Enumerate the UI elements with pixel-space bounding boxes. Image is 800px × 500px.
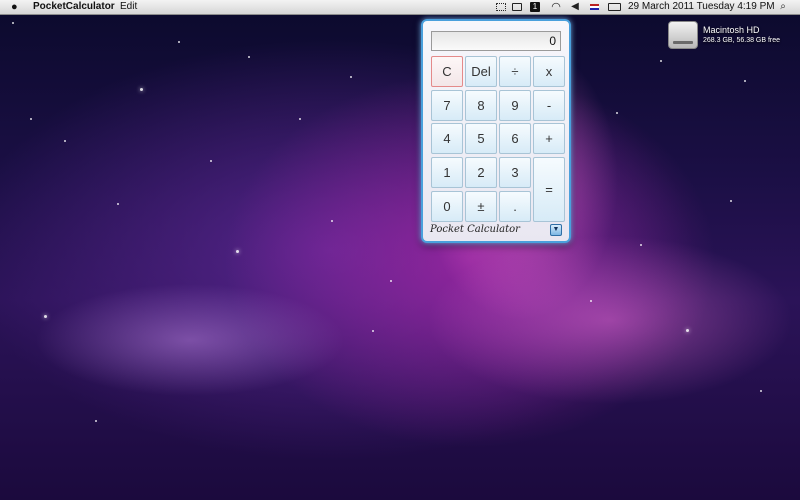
equals-button[interactable]: = [533,157,565,222]
wifi-icon[interactable]: ◠ [548,0,564,14]
multiply-button[interactable]: x [533,56,565,87]
apple-menu-icon[interactable]: ● [11,0,18,14]
input-menu-icon[interactable]: 1 [529,0,541,14]
menu-bar: ● PocketCalculator Edit 1 ◠ ◀ 29 March 2… [0,0,800,15]
grid-icon [496,3,506,11]
monitor-icon [512,3,522,11]
key-1[interactable]: 1 [431,157,463,188]
drive-name-label[interactable]: Macintosh HD [703,25,760,35]
clock[interactable]: 29 March 2011 Tuesday 4:19 PM [628,0,775,14]
key-5[interactable]: 5 [465,123,497,154]
spaces-icon[interactable] [494,0,508,14]
pocket-calculator-window: 0 C Del ÷ x 7 8 9 - 4 5 6 + 1 2 3 = 0 ± … [421,19,571,243]
clear-button[interactable]: C [431,56,463,87]
hard-drive-icon[interactable] [668,21,698,49]
key-0[interactable]: 0 [431,191,463,222]
app-brand-label: Pocket Calculator [430,224,520,235]
battery-shape-icon [607,3,621,11]
app-menu[interactable]: PocketCalculator [33,0,115,14]
calculator-display: 0 [431,31,561,51]
input-menu-badge: 1 [530,2,540,12]
plus-minus-button[interactable]: ± [465,191,497,222]
key-2[interactable]: 2 [465,157,497,188]
options-dropdown-icon[interactable]: ▼ [550,224,562,236]
display-icon[interactable] [510,0,524,14]
key-7[interactable]: 7 [431,90,463,121]
key-8[interactable]: 8 [465,90,497,121]
decimal-button[interactable]: . [499,191,531,222]
edit-menu[interactable]: Edit [120,0,137,14]
drive-info-label: 268.3 GB, 56.38 GB free [703,37,781,44]
battery-icon[interactable] [606,0,622,14]
us-flag-icon [589,4,599,10]
minus-button[interactable]: - [533,90,565,121]
key-6[interactable]: 6 [499,123,531,154]
key-3[interactable]: 3 [499,157,531,188]
plus-button[interactable]: + [533,123,565,154]
spotlight-search-icon[interactable]: ⌕ [776,0,790,14]
delete-button[interactable]: Del [465,56,497,87]
flag-icon[interactable] [588,0,600,14]
divide-button[interactable]: ÷ [499,56,531,87]
key-9[interactable]: 9 [499,90,531,121]
key-4[interactable]: 4 [431,123,463,154]
volume-icon[interactable]: ◀ [568,0,582,14]
